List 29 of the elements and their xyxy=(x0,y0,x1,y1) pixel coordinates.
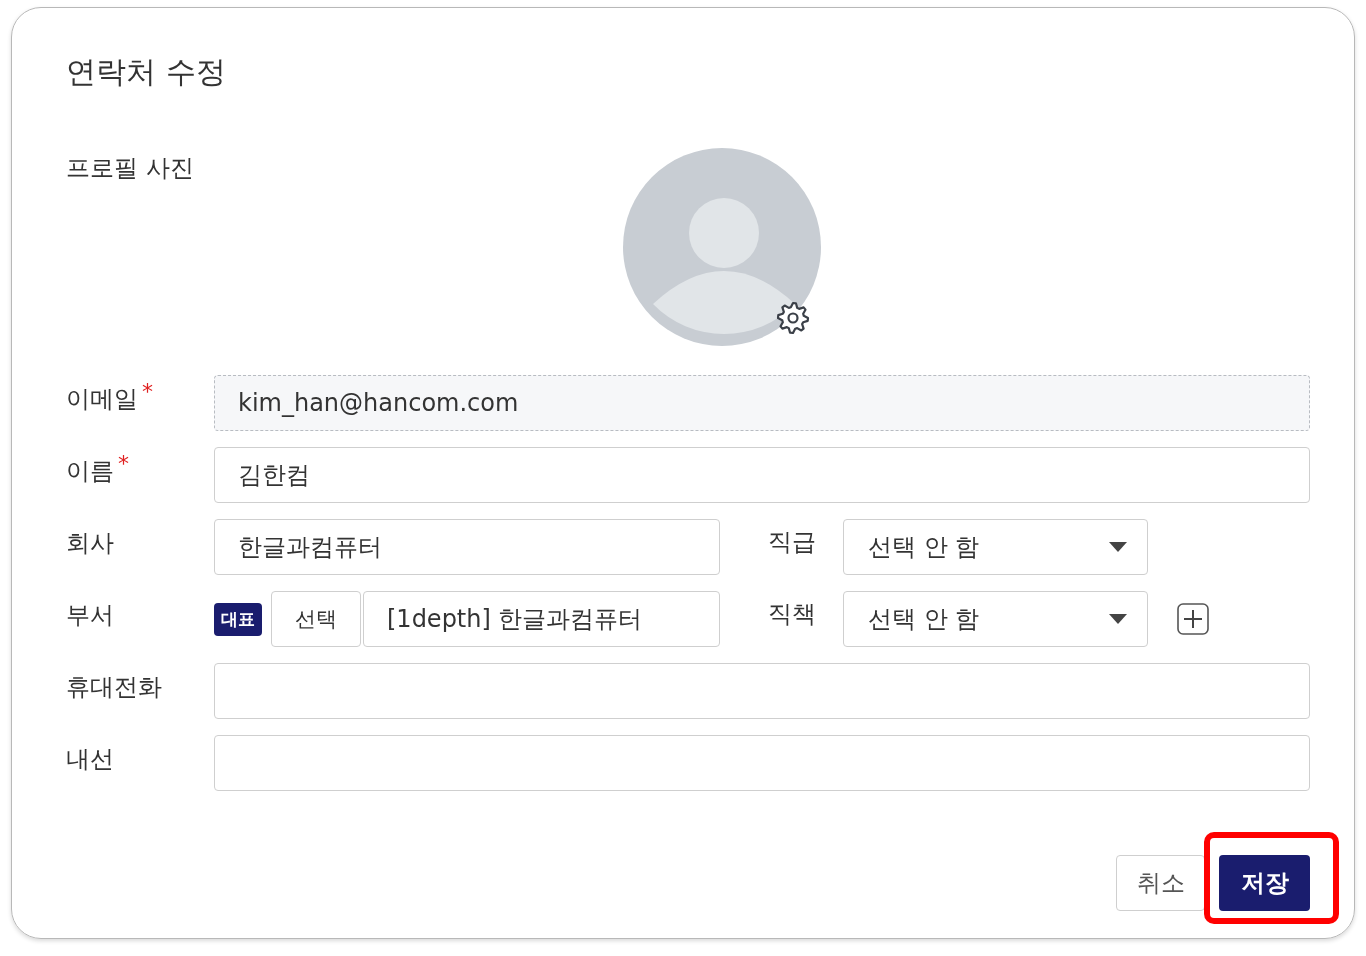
dropdown[interactable]: 선택 안 함 xyxy=(843,591,1148,647)
field-label: 직책 xyxy=(767,599,817,630)
field-label: 직급 xyxy=(767,527,817,558)
dialog-title: 연락처 수정 xyxy=(66,54,227,90)
field-label: 내선 xyxy=(66,744,114,775)
field-label: 부서 xyxy=(66,600,114,631)
select-button[interactable]: 선택 xyxy=(271,591,361,647)
save-button[interactable]: 저장 xyxy=(1219,855,1310,911)
required-mark: * xyxy=(142,379,153,404)
cancel-button[interactable]: 취소 xyxy=(1116,855,1205,911)
input-field[interactable]: 김한컴 xyxy=(214,447,1310,503)
input-field[interactable] xyxy=(214,663,1310,719)
primary-badge: 대표 xyxy=(214,602,262,636)
person-silhouette-icon xyxy=(623,148,821,346)
field-label: 휴대전화 xyxy=(66,672,162,703)
dropdown[interactable]: 선택 안 함 xyxy=(843,519,1148,575)
input-field[interactable]: kim_han@hancom.com xyxy=(214,375,1310,431)
field-label: 프로필 사진 xyxy=(66,153,195,184)
input-field[interactable]: 한글과컴퓨터 xyxy=(214,519,720,575)
add-icon[interactable] xyxy=(1177,603,1209,635)
caret-down-icon xyxy=(1109,542,1127,552)
input-field[interactable] xyxy=(214,735,1310,791)
settings-icon[interactable] xyxy=(775,300,811,336)
required-mark: * xyxy=(118,451,129,476)
caret-down-icon xyxy=(1109,614,1127,624)
field-label: 이름 xyxy=(66,456,114,487)
input-field[interactable]: [1depth] 한글과컴퓨터 xyxy=(363,591,720,647)
field-label: 이메일 xyxy=(66,384,138,415)
field-label: 회사 xyxy=(66,528,114,559)
